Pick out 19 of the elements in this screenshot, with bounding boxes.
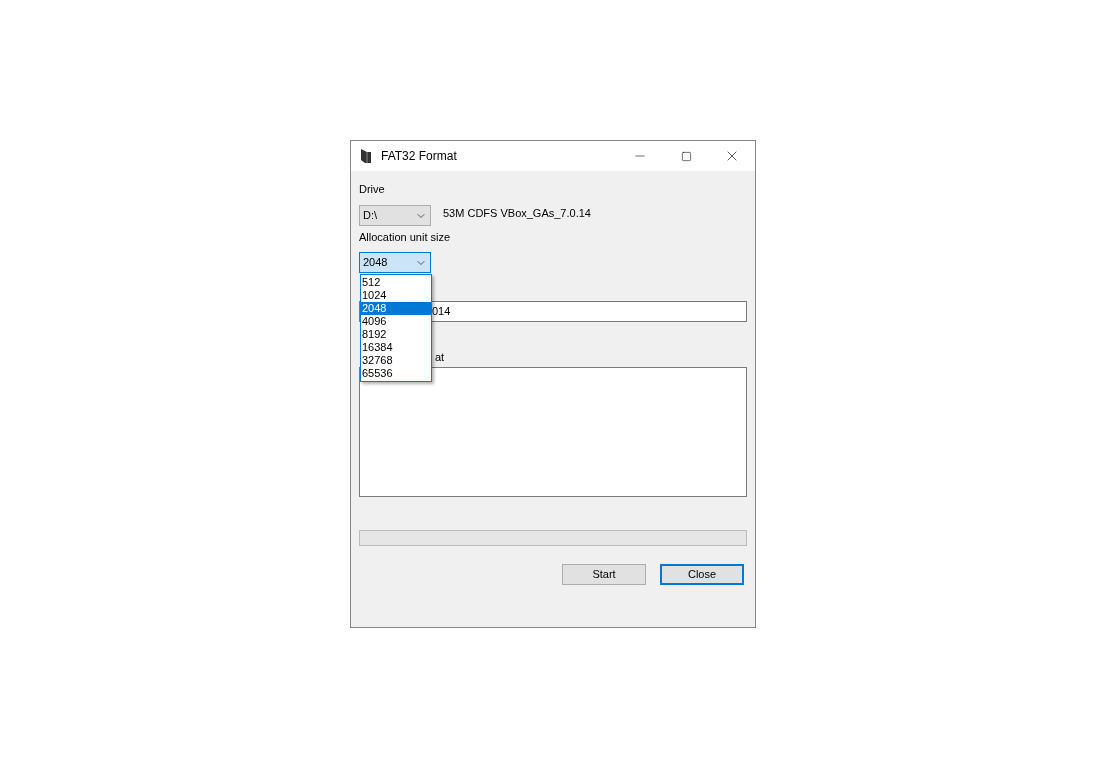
window-title: FAT32 Format <box>381 148 457 165</box>
dropdown-option[interactable]: 65536 <box>361 367 431 380</box>
drive-label: Drive <box>359 182 385 198</box>
dialog-button[interactable]: Start <box>562 564 646 585</box>
drive-icon <box>360 148 372 164</box>
dropdown-option[interactable]: 1024 <box>361 289 431 302</box>
dropdown-option[interactable]: 16384 <box>361 341 431 354</box>
dialog-button[interactable]: Close <box>660 564 744 585</box>
allocation-label: Allocation unit size <box>359 230 451 246</box>
drive-info: 53M CDFS VBox_GAs_7.0.14 <box>443 206 591 222</box>
dropdown-option[interactable]: 512 <box>361 276 431 289</box>
dropdown-option[interactable]: 8192 <box>361 328 431 341</box>
log-label: at <box>435 350 445 366</box>
log-text-area[interactable] <box>359 367 747 497</box>
allocation-dropdown[interactable]: 2048 <box>359 252 431 273</box>
dropdown-option[interactable]: 2048 <box>361 302 431 315</box>
drive-dropdown[interactable]: D:\ <box>359 205 431 226</box>
maximize-icon <box>680 150 692 162</box>
dropdown-option[interactable]: 32768 <box>361 354 431 367</box>
